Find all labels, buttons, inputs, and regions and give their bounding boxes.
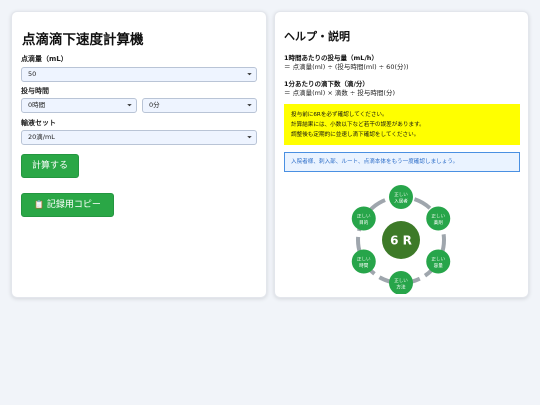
help-title: ヘルプ・説明	[284, 30, 350, 43]
copy-record-label: 記録用コピー	[46, 200, 101, 210]
volume-select[interactable]: 50 ⏷	[21, 67, 257, 82]
diagram-node-top-label: 正しい	[431, 257, 445, 263]
hours-value: 0時間	[28, 101, 46, 109]
diagram-node-top-label: 正しい	[357, 257, 371, 263]
diagram-node-label: 入居者	[394, 199, 408, 205]
minutes-value: 0分	[149, 101, 160, 109]
diagram-node-top-label: 正しい	[394, 278, 408, 284]
clipboard-icon: 📋	[34, 200, 45, 209]
hours-select[interactable]: 0時間 ⏷	[21, 98, 137, 113]
calculate-button[interactable]: 計算する	[21, 154, 79, 178]
diagram-node-label: 時間	[359, 263, 369, 269]
set-select[interactable]: 20滴/mL ⏷	[21, 130, 257, 145]
diagram-node-label: 薬剤	[434, 219, 444, 226]
minutes-select[interactable]: 0分 ⏷	[142, 98, 257, 113]
warning-line: 計算結果には、小数以下など若干の誤差があります。	[291, 122, 425, 128]
help-panel: ヘルプ・説明 1時間あたりの投与量（mL/h） ＝ 点滴量(ml) ÷ (投与時…	[274, 11, 529, 298]
set-value: 20滴/mL	[28, 133, 55, 141]
diagram-node-label: 方法	[396, 284, 406, 291]
confirm-notice: 入院者様、刺入部、ルート、点滴本体をもう一度確認しましょう。	[284, 152, 520, 172]
diagram-node-label: 目的	[359, 219, 369, 226]
warning-line: 投与前に6Rを必ず確認してください。	[291, 112, 388, 118]
calculator-panel: 点滴滴下速度計算機 点滴量（mL） 50 ⏷ 投与時間 0時間 ⏷ 0分 ⏷ 輸…	[11, 11, 267, 298]
diagram-node-top-label: 正しい	[431, 214, 445, 220]
chevron-down-icon: ⏷	[127, 102, 132, 109]
chevron-down-icon: ⏷	[247, 71, 252, 78]
set-label: 輸液セット	[21, 119, 56, 127]
diagram-node-top-label: 正しい	[394, 192, 408, 198]
volume-value: 50	[28, 70, 37, 78]
copy-record-button[interactable]: 📋 記録用コピー	[21, 193, 114, 217]
calculator-title: 点滴滴下速度計算機	[22, 32, 144, 48]
chevron-down-icon: ⏷	[247, 134, 252, 141]
diagram-node-label: 容量	[434, 262, 444, 269]
warning-box: 投与前に6Rを必ず確認してください。 計算結果には、小数以下など若干の誤差があり…	[284, 104, 520, 145]
volume-label: 点滴量（mL）	[21, 55, 68, 63]
formula1-text: ＝ 点滴量(ml) ÷ (投与時間(ml) ÷ 60(分))	[284, 63, 409, 71]
time-label: 投与時間	[21, 87, 49, 95]
chevron-down-icon: ⏷	[247, 102, 252, 109]
six-r-diagram: 6 R 正しい入居者正しい薬剤正しい容量正しい方法正しい時間正しい目的	[351, 185, 451, 294]
center-label: 6 R	[390, 234, 412, 248]
warning-line: 調整後も定期的に並速し滴下確認をしてください。	[291, 132, 420, 138]
diagram-node-top-label: 正しい	[357, 214, 371, 220]
formula2-text: ＝ 点滴量(ml) × 滴数 ÷ 投与時間(分)	[284, 89, 396, 97]
